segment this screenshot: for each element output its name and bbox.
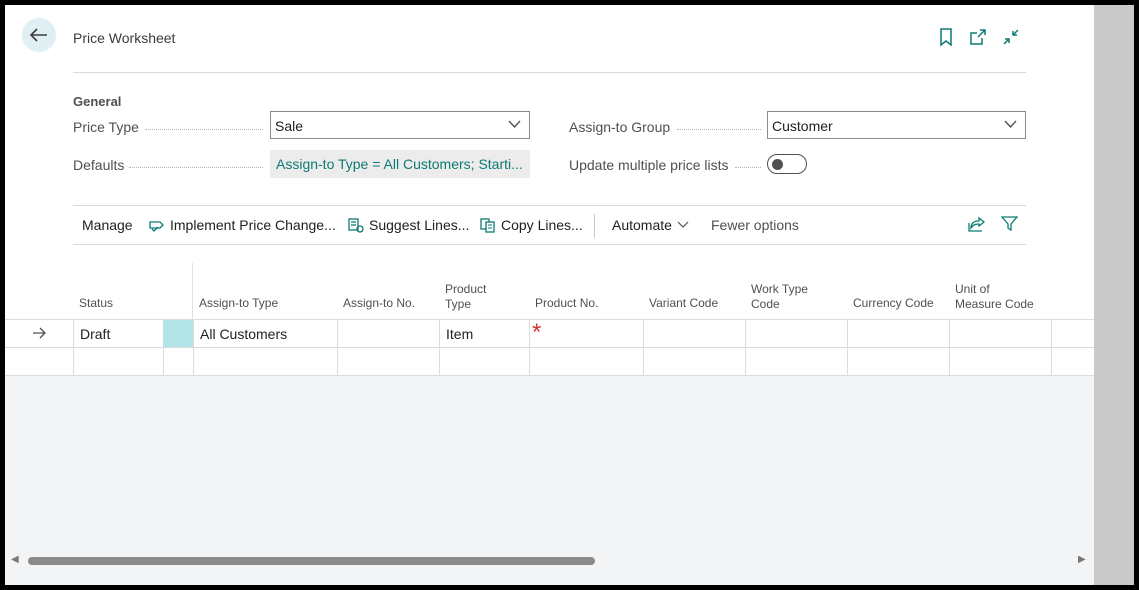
update-multiple-toggle[interactable] xyxy=(767,154,807,174)
assign-to-group-value: Customer xyxy=(772,118,833,134)
price-worksheet-window: Price Worksheet General Price Type Sale … xyxy=(5,5,1134,585)
update-multiple-label: Update multiple price lists xyxy=(569,157,729,173)
grid-col-line xyxy=(643,319,644,376)
defaults-field[interactable]: Assign-to Type = All Customers; Starti..… xyxy=(270,150,530,178)
column-header-unit-of-measure[interactable]: Unit of Measure Code xyxy=(955,282,1034,312)
header-divider xyxy=(73,72,1026,73)
manage-label: Manage xyxy=(82,217,133,233)
price-type-select[interactable]: Sale xyxy=(270,111,530,139)
copy-lines-button[interactable]: Copy Lines... xyxy=(480,217,583,233)
price-type-value: Sale xyxy=(275,118,304,134)
column-header-status[interactable]: Status xyxy=(79,296,113,311)
header-line: Work Type xyxy=(751,282,808,296)
action-bar-top-divider xyxy=(73,205,1026,206)
suggest-lines-icon xyxy=(348,217,364,233)
required-asterisk-icon[interactable]: * xyxy=(532,319,541,347)
price-type-label: Price Type xyxy=(73,119,139,135)
open-new-window-icon[interactable] xyxy=(968,27,988,47)
column-header-product-type[interactable]: Product Type xyxy=(445,282,486,312)
assign-to-group-label: Assign-to Group xyxy=(569,119,671,135)
implement-price-change-button[interactable]: Implement Price Change... xyxy=(148,217,336,233)
side-gutter xyxy=(1094,5,1134,585)
cell-product-type[interactable]: Item xyxy=(446,326,473,342)
header-line: Type xyxy=(445,297,472,311)
general-section-title: General xyxy=(73,94,122,109)
cell-assign-to-type[interactable]: All Customers xyxy=(200,326,287,342)
chevron-down-icon xyxy=(1004,120,1017,128)
toggle-knob xyxy=(772,159,783,170)
scroll-left-icon[interactable]: ◀ xyxy=(11,554,19,565)
column-header-currency-code[interactable]: Currency Code xyxy=(853,296,934,311)
chevron-down-icon xyxy=(677,221,689,228)
cell-status[interactable]: Draft xyxy=(80,326,110,342)
field-leader xyxy=(145,129,263,130)
column-header-assign-to-type[interactable]: Assign-to Type xyxy=(199,296,278,311)
grid-col-line xyxy=(193,319,194,376)
grid-col-line xyxy=(439,319,440,376)
grid-col-line xyxy=(1051,319,1052,376)
suggest-lines-label: Suggest Lines... xyxy=(369,217,470,233)
field-leader xyxy=(129,167,263,168)
fewer-options-button[interactable]: Fewer options xyxy=(711,217,799,233)
selected-cell[interactable] xyxy=(163,320,193,347)
grid-col-line xyxy=(949,319,950,376)
automate-menu[interactable]: Automate xyxy=(612,217,689,233)
suggest-lines-button[interactable]: Suggest Lines... xyxy=(348,217,469,233)
share-icon[interactable] xyxy=(968,216,986,232)
assign-to-group-select[interactable]: Customer xyxy=(767,111,1026,139)
field-leader xyxy=(677,129,761,130)
defaults-label: Defaults xyxy=(73,157,125,173)
scroll-right-icon[interactable]: ▶ xyxy=(1078,554,1086,565)
column-header-variant-code[interactable]: Variant Code xyxy=(649,296,718,311)
grid-col-line xyxy=(745,319,746,376)
fewer-options-label: Fewer options xyxy=(711,217,799,233)
column-header-assign-to-no[interactable]: Assign-to No. xyxy=(343,296,415,311)
back-button[interactable] xyxy=(22,18,56,52)
grid-col-line xyxy=(529,319,530,376)
field-leader xyxy=(735,167,761,168)
grid-col-line xyxy=(847,319,848,376)
manage-button[interactable]: Manage xyxy=(82,217,133,233)
grid-row-line xyxy=(5,347,1094,348)
header-line: Unit of xyxy=(955,282,990,296)
header-line: Code xyxy=(751,297,780,311)
implement-price-icon xyxy=(149,220,164,232)
column-header-product-no[interactable]: Product No. xyxy=(535,296,598,311)
automate-label: Automate xyxy=(612,217,672,233)
header-line: Product xyxy=(445,282,487,296)
chevron-down-icon xyxy=(508,120,521,128)
bookmark-icon[interactable] xyxy=(936,27,956,47)
header-line: Measure Code xyxy=(955,297,1034,311)
current-row-arrow-icon xyxy=(33,327,46,339)
action-bar-bottom-divider xyxy=(73,244,1026,245)
grid-col-line xyxy=(73,319,74,376)
column-divider xyxy=(192,263,193,319)
copy-lines-label: Copy Lines... xyxy=(501,217,583,233)
filter-icon[interactable] xyxy=(1001,216,1018,232)
implement-price-change-label: Implement Price Change... xyxy=(170,217,336,233)
copy-lines-icon xyxy=(480,217,495,233)
action-separator xyxy=(594,214,595,238)
page-title: Price Worksheet xyxy=(73,30,176,46)
column-header-work-type-code[interactable]: Work Type Code xyxy=(751,282,808,312)
collapse-icon[interactable] xyxy=(1001,27,1021,47)
back-arrow-icon xyxy=(30,28,47,42)
scrollbar-thumb[interactable] xyxy=(28,557,595,565)
grid-col-line xyxy=(337,319,338,376)
